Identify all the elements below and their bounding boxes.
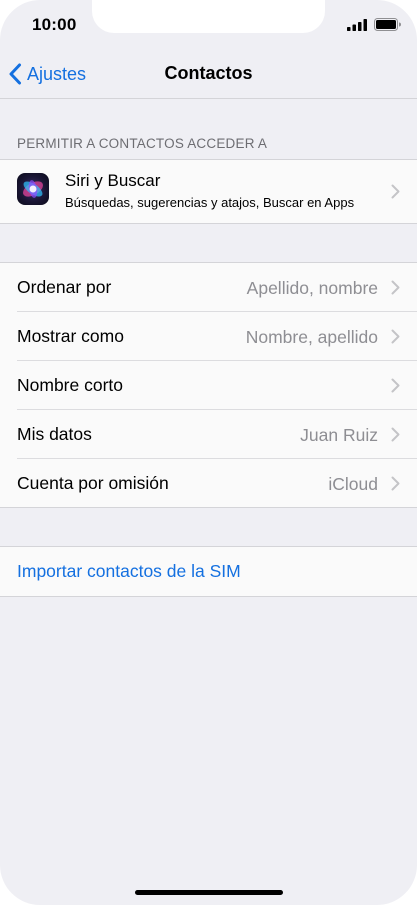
row-default-account[interactable]: Cuenta por omisión iCloud <box>0 459 417 508</box>
row-value: Juan Ruiz <box>300 425 378 445</box>
status-time: 10:00 <box>32 15 77 34</box>
row-sort-order[interactable]: Ordenar por Apellido, nombre <box>0 263 417 312</box>
row-display-order[interactable]: Mostrar como Nombre, apellido <box>0 312 417 361</box>
row-label: Mis datos <box>17 424 92 444</box>
chevron-right-icon <box>391 378 400 393</box>
row-short-name[interactable]: Nombre corto <box>0 361 417 410</box>
chevron-right-icon <box>391 184 400 199</box>
siri-search-row[interactable]: Siri y Buscar Búsquedas, sugerencias y a… <box>0 159 417 224</box>
row-label: Mostrar como <box>17 326 124 346</box>
section-header: PERMITIR A CONTACTOS ACCEDER A <box>17 136 268 151</box>
siri-subtitle: Búsquedas, sugerencias y atajos, Buscar … <box>65 195 355 210</box>
row-label: Nombre corto <box>17 375 124 395</box>
signal-icon <box>347 19 367 31</box>
battery-icon <box>374 18 401 31</box>
row-value: Apellido, nombre <box>246 278 378 298</box>
row-my-info[interactable]: Mis datos Juan Ruiz <box>0 410 417 459</box>
chevron-right-icon <box>391 280 400 295</box>
siri-title: Siri y Buscar <box>65 171 161 190</box>
siri-icon <box>17 173 49 205</box>
home-indicator[interactable] <box>135 890 283 895</box>
settings-group: Ordenar por Apellido, nombre Mostrar com… <box>0 262 417 508</box>
page-title: Contactos <box>164 63 253 83</box>
row-label: Cuenta por omisión <box>17 473 169 493</box>
chevron-right-icon <box>391 476 400 491</box>
navigation-bar: Ajustes Contactos <box>0 50 417 99</box>
row-value: iCloud <box>328 474 378 494</box>
chevron-right-icon <box>391 427 400 442</box>
status-bar: 10:00 <box>0 0 417 50</box>
import-sim-contacts-link[interactable]: Importar contactos de la SIM <box>17 561 241 582</box>
row-value: Nombre, apellido <box>245 327 378 347</box>
row-label: Ordenar por <box>17 277 112 297</box>
import-sim-row[interactable]: Importar contactos de la SIM <box>0 546 417 597</box>
phone-screen: 10:00 Ajustes Contactos PERMITIR A CONTA… <box>0 0 417 905</box>
chevron-right-icon <box>391 329 400 344</box>
